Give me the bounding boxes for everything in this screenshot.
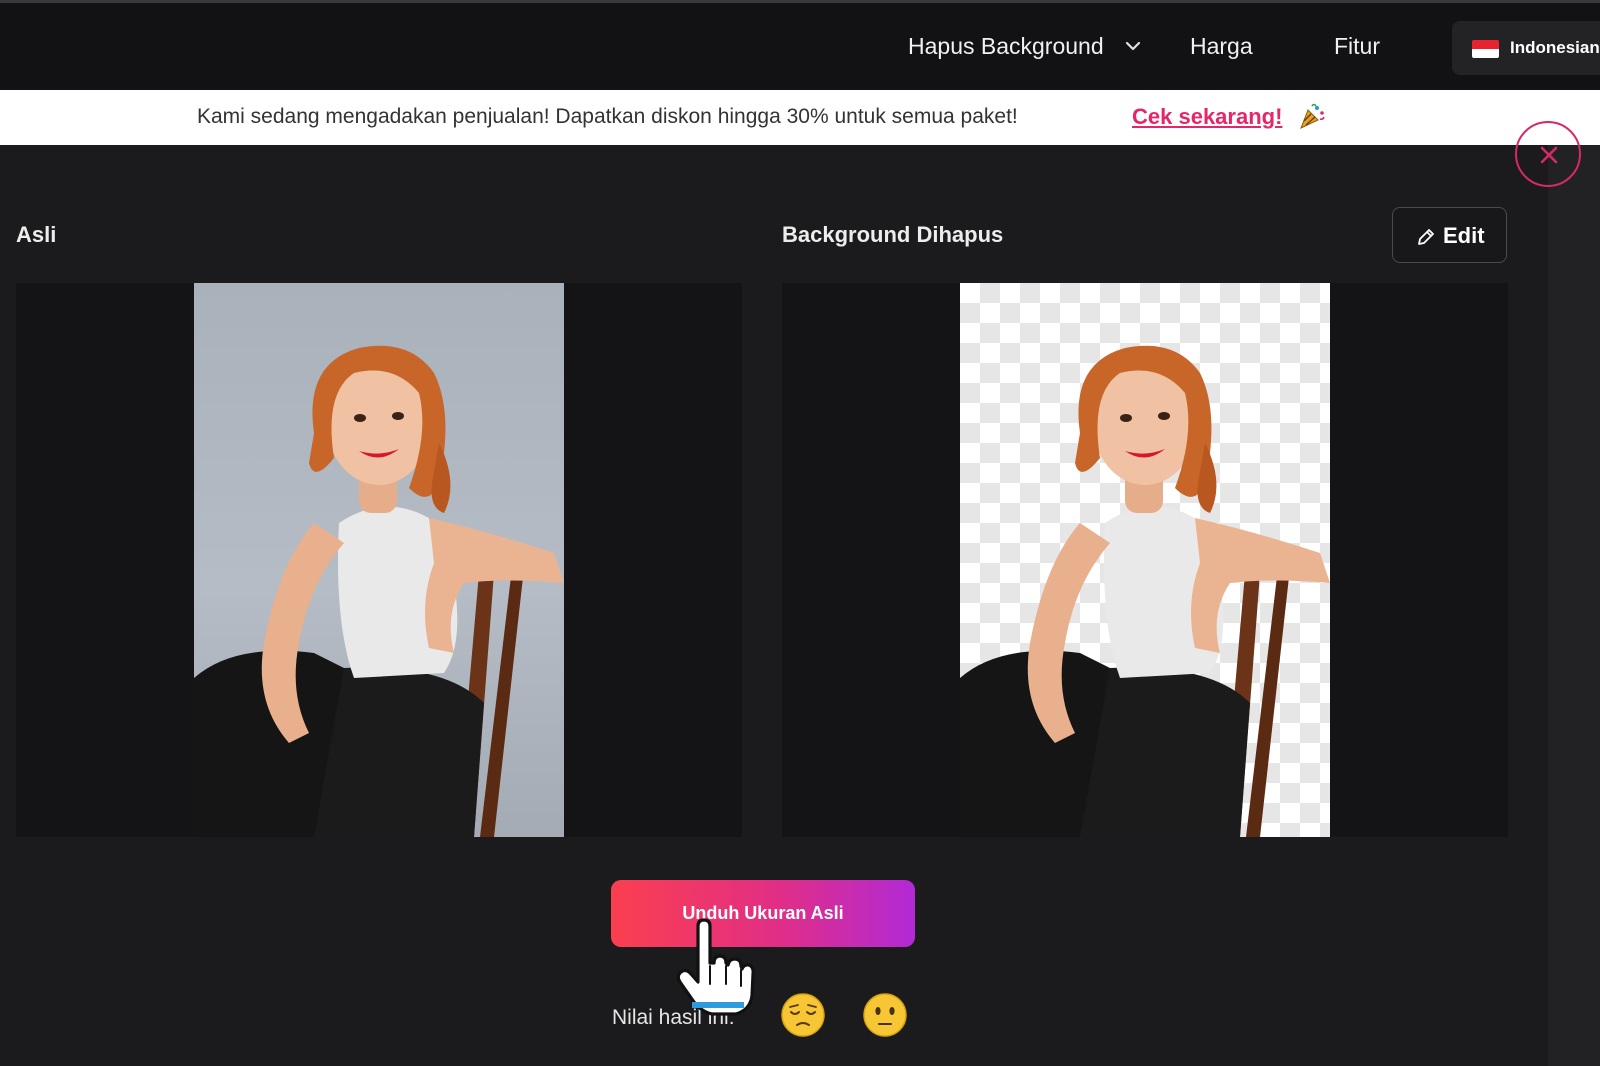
original-photo <box>194 283 564 837</box>
chevron-down-icon[interactable] <box>1124 39 1142 53</box>
removed-background-photo <box>960 283 1330 837</box>
no-mouth-face-emoji[interactable] <box>862 992 908 1038</box>
original-panel-title: Asli <box>16 222 57 247</box>
hand-pointer-cursor <box>676 918 755 1016</box>
nav-remove-background[interactable]: Hapus Background <box>908 33 1104 60</box>
party-popper-icon <box>1300 103 1325 129</box>
flag-indonesia-icon <box>1472 40 1499 58</box>
top-navigation-bar: Hapus Background Harga Fitur Indonesian <box>0 0 1600 90</box>
language-label: Indonesian <box>1510 38 1600 57</box>
download-original-size-button[interactable]: Unduh Ukuran Asli <box>611 880 915 947</box>
download-label: Unduh Ukuran Asli <box>682 903 844 923</box>
promo-link[interactable]: Cek sekarang! <box>1132 104 1282 130</box>
nav-features[interactable]: Fitur <box>1334 33 1380 60</box>
removed-panel-title: Background Dihapus <box>782 222 1004 247</box>
right-side-strip <box>1548 145 1600 1066</box>
close-icon <box>1540 146 1558 164</box>
promo-banner: Kami sedang mengadakan penjualan! Dapatk… <box>0 90 1600 145</box>
nav-pricing[interactable]: Harga <box>1190 33 1253 60</box>
woman-portrait-cutout-illustration <box>960 345 1330 837</box>
close-button[interactable] <box>1515 121 1581 187</box>
removed-background-panel <box>782 283 1508 837</box>
edit-button[interactable]: Edit <box>1392 207 1507 263</box>
woman-portrait-illustration <box>194 345 564 837</box>
edit-label: Edit <box>1443 223 1485 248</box>
promo-text: Kami sedang mengadakan penjualan! Dapatk… <box>197 105 1018 128</box>
sleepy-face-emoji[interactable] <box>780 992 826 1038</box>
pencil-icon <box>1418 229 1434 245</box>
original-image-panel <box>16 283 742 837</box>
language-selector[interactable]: Indonesian <box>1452 21 1600 75</box>
